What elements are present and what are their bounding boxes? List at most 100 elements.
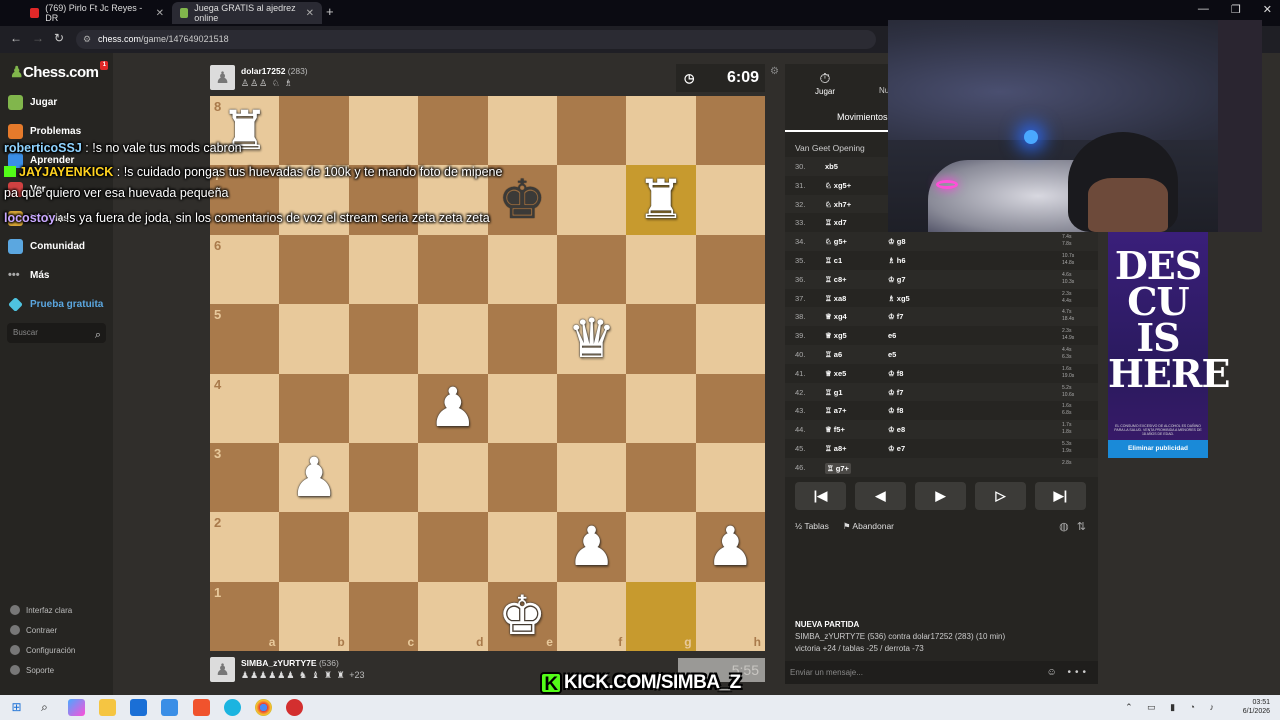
chess-piece[interactable]: ♟ [706,519,754,574]
opening-name[interactable]: Van Geet Opening [795,143,865,153]
square-a6[interactable]: 6 [210,234,280,305]
black-move[interactable]: ♔ e8 [888,425,905,434]
square-e3[interactable] [487,442,557,513]
black-move[interactable]: ♔ f7 [888,388,903,397]
square-a5[interactable]: 5 [210,304,280,374]
sidebar-item-comunidad[interactable]: Comunidad [8,239,85,254]
chess-piece[interactable]: ♚ [498,589,546,643]
square-f6[interactable] [556,234,627,305]
board-settings-icon[interactable]: ⚙ [770,66,779,77]
square-c3[interactable] [348,442,419,513]
white-move[interactable]: xb5 [825,162,838,171]
system-tray-icons[interactable]: ⌃ ▭ ▮ ◔ ♪ [1125,702,1220,713]
sidebar-bottom-settings[interactable]: Configuración [10,645,75,655]
square-c2[interactable] [348,512,419,582]
square-b1[interactable]: b [279,581,349,651]
square-h7[interactable] [695,165,765,235]
square-g8[interactable] [626,96,696,166]
windows-start-icon[interactable]: ⊞ [8,699,25,716]
white-move[interactable]: ♖ c8+ [825,275,847,284]
square-h5[interactable] [695,304,765,374]
minimize-icon[interactable]: — [1198,3,1209,16]
square-g7[interactable]: ♜ [626,165,696,235]
square-b4[interactable] [279,373,349,443]
white-move[interactable]: ♖ c1 [825,256,842,265]
player-name[interactable]: dolar17252 (283) [241,66,308,76]
sidebar-bottom-collapse[interactable]: Contraer [10,625,57,635]
obs-icon[interactable] [286,699,303,716]
white-move[interactable]: ♕ xe5 [825,369,846,378]
url-field[interactable]: ⚙ chess.com/game/147649021518 [76,30,876,49]
square-c8[interactable] [348,96,419,166]
white-move[interactable]: ♖ a8+ [825,444,847,453]
square-e8[interactable] [487,96,557,166]
search-input[interactable]: Buscar ⌕ [7,323,106,343]
white-move[interactable]: ♖ a7+ [825,406,847,415]
square-f7[interactable] [556,165,627,235]
square-a1[interactable]: 1a [210,581,280,651]
square-f2[interactable]: ♟ [556,512,627,582]
avatar[interactable]: ♟ [210,657,235,682]
black-move[interactable]: e6 [888,331,896,340]
chat-message-input[interactable]: Enviar un mensaje... ☺ ••• [785,661,1098,684]
chess-piece[interactable]: ♟ [429,381,477,435]
square-g3[interactable] [626,442,696,513]
remove-ads-button[interactable]: Eliminar publicidad [1108,440,1208,458]
square-e6[interactable] [487,234,557,305]
browser-tab-chess[interactable]: Juega GRATIS al ajedrez online ✕ [172,2,322,24]
resign-button[interactable]: ⚑ Abandonar [843,521,894,532]
analysis-icon[interactable]: ◍ [1059,520,1069,533]
white-move[interactable]: ♘ xh7+ [825,200,851,209]
edge-icon[interactable] [224,699,241,716]
white-move[interactable]: ♕ f5+ [825,425,845,434]
first-move-button[interactable]: |◀ [795,482,846,510]
sidebar-bottom-support[interactable]: Soporte [10,665,54,675]
white-move[interactable]: ♖ g7+ [825,462,851,474]
back-icon[interactable]: ← [10,31,22,45]
white-move[interactable]: ♕ xg4 [825,312,847,321]
sidebar-item-problemas[interactable]: Problemas [8,124,81,139]
sidebar-item-mas[interactable]: ••• Más [8,268,49,283]
chess-piece[interactable]: ♛ [567,311,615,366]
square-h8[interactable] [695,96,765,166]
square-b6[interactable] [279,234,349,305]
close-icon[interactable]: ✕ [156,8,164,19]
black-move[interactable]: ♗ xg5 [888,294,910,303]
square-g2[interactable] [626,512,696,582]
draw-button[interactable]: ½ Tablas [795,521,829,532]
player-name[interactable]: SIMBA_zYURTY7E (536) [241,658,339,668]
black-move[interactable]: ♔ g7 [888,275,906,284]
square-b8[interactable] [279,96,349,166]
square-b3[interactable]: ♟ [279,442,349,513]
white-move[interactable]: ♖ xd7 [825,218,847,227]
square-b2[interactable] [279,512,349,582]
square-f5[interactable]: ♛ [556,304,627,374]
system-clock[interactable]: 03:51 6/1/2026 [1243,698,1270,716]
square-h4[interactable] [695,373,765,443]
reload-icon[interactable]: ↻ [54,31,64,45]
square-c1[interactable]: c [348,581,419,651]
last-move-button[interactable]: ▶| [1035,482,1086,510]
black-move[interactable]: ♔ f8 [888,406,903,415]
square-h3[interactable] [695,442,765,513]
tab-play[interactable]: ⏱ Jugar [815,70,835,96]
search-icon[interactable]: ⌕ [95,325,101,345]
square-g6[interactable] [626,234,696,305]
square-d2[interactable] [418,512,488,582]
tab-moves[interactable]: Movimientos [837,112,888,122]
chess-piece[interactable]: ♜ [637,173,685,227]
square-e2[interactable] [487,512,557,582]
sidebar-item-jugar[interactable]: Jugar [8,95,57,110]
square-a2[interactable]: 2 [210,512,280,582]
chess-logo[interactable]: ♟Chess.com 1 [10,61,108,81]
square-d3[interactable] [418,442,488,513]
square-d1[interactable]: d [418,581,488,651]
chess-piece[interactable]: ♟ [567,519,615,574]
square-g4[interactable] [626,373,696,443]
white-move[interactable]: ♖ g1 [825,388,843,397]
mail-icon[interactable] [161,699,178,716]
chrome-icon[interactable] [255,699,272,716]
square-d4[interactable]: ♟ [418,373,488,443]
store-icon[interactable] [130,699,147,716]
white-move[interactable]: ♖ xa8 [825,294,846,303]
